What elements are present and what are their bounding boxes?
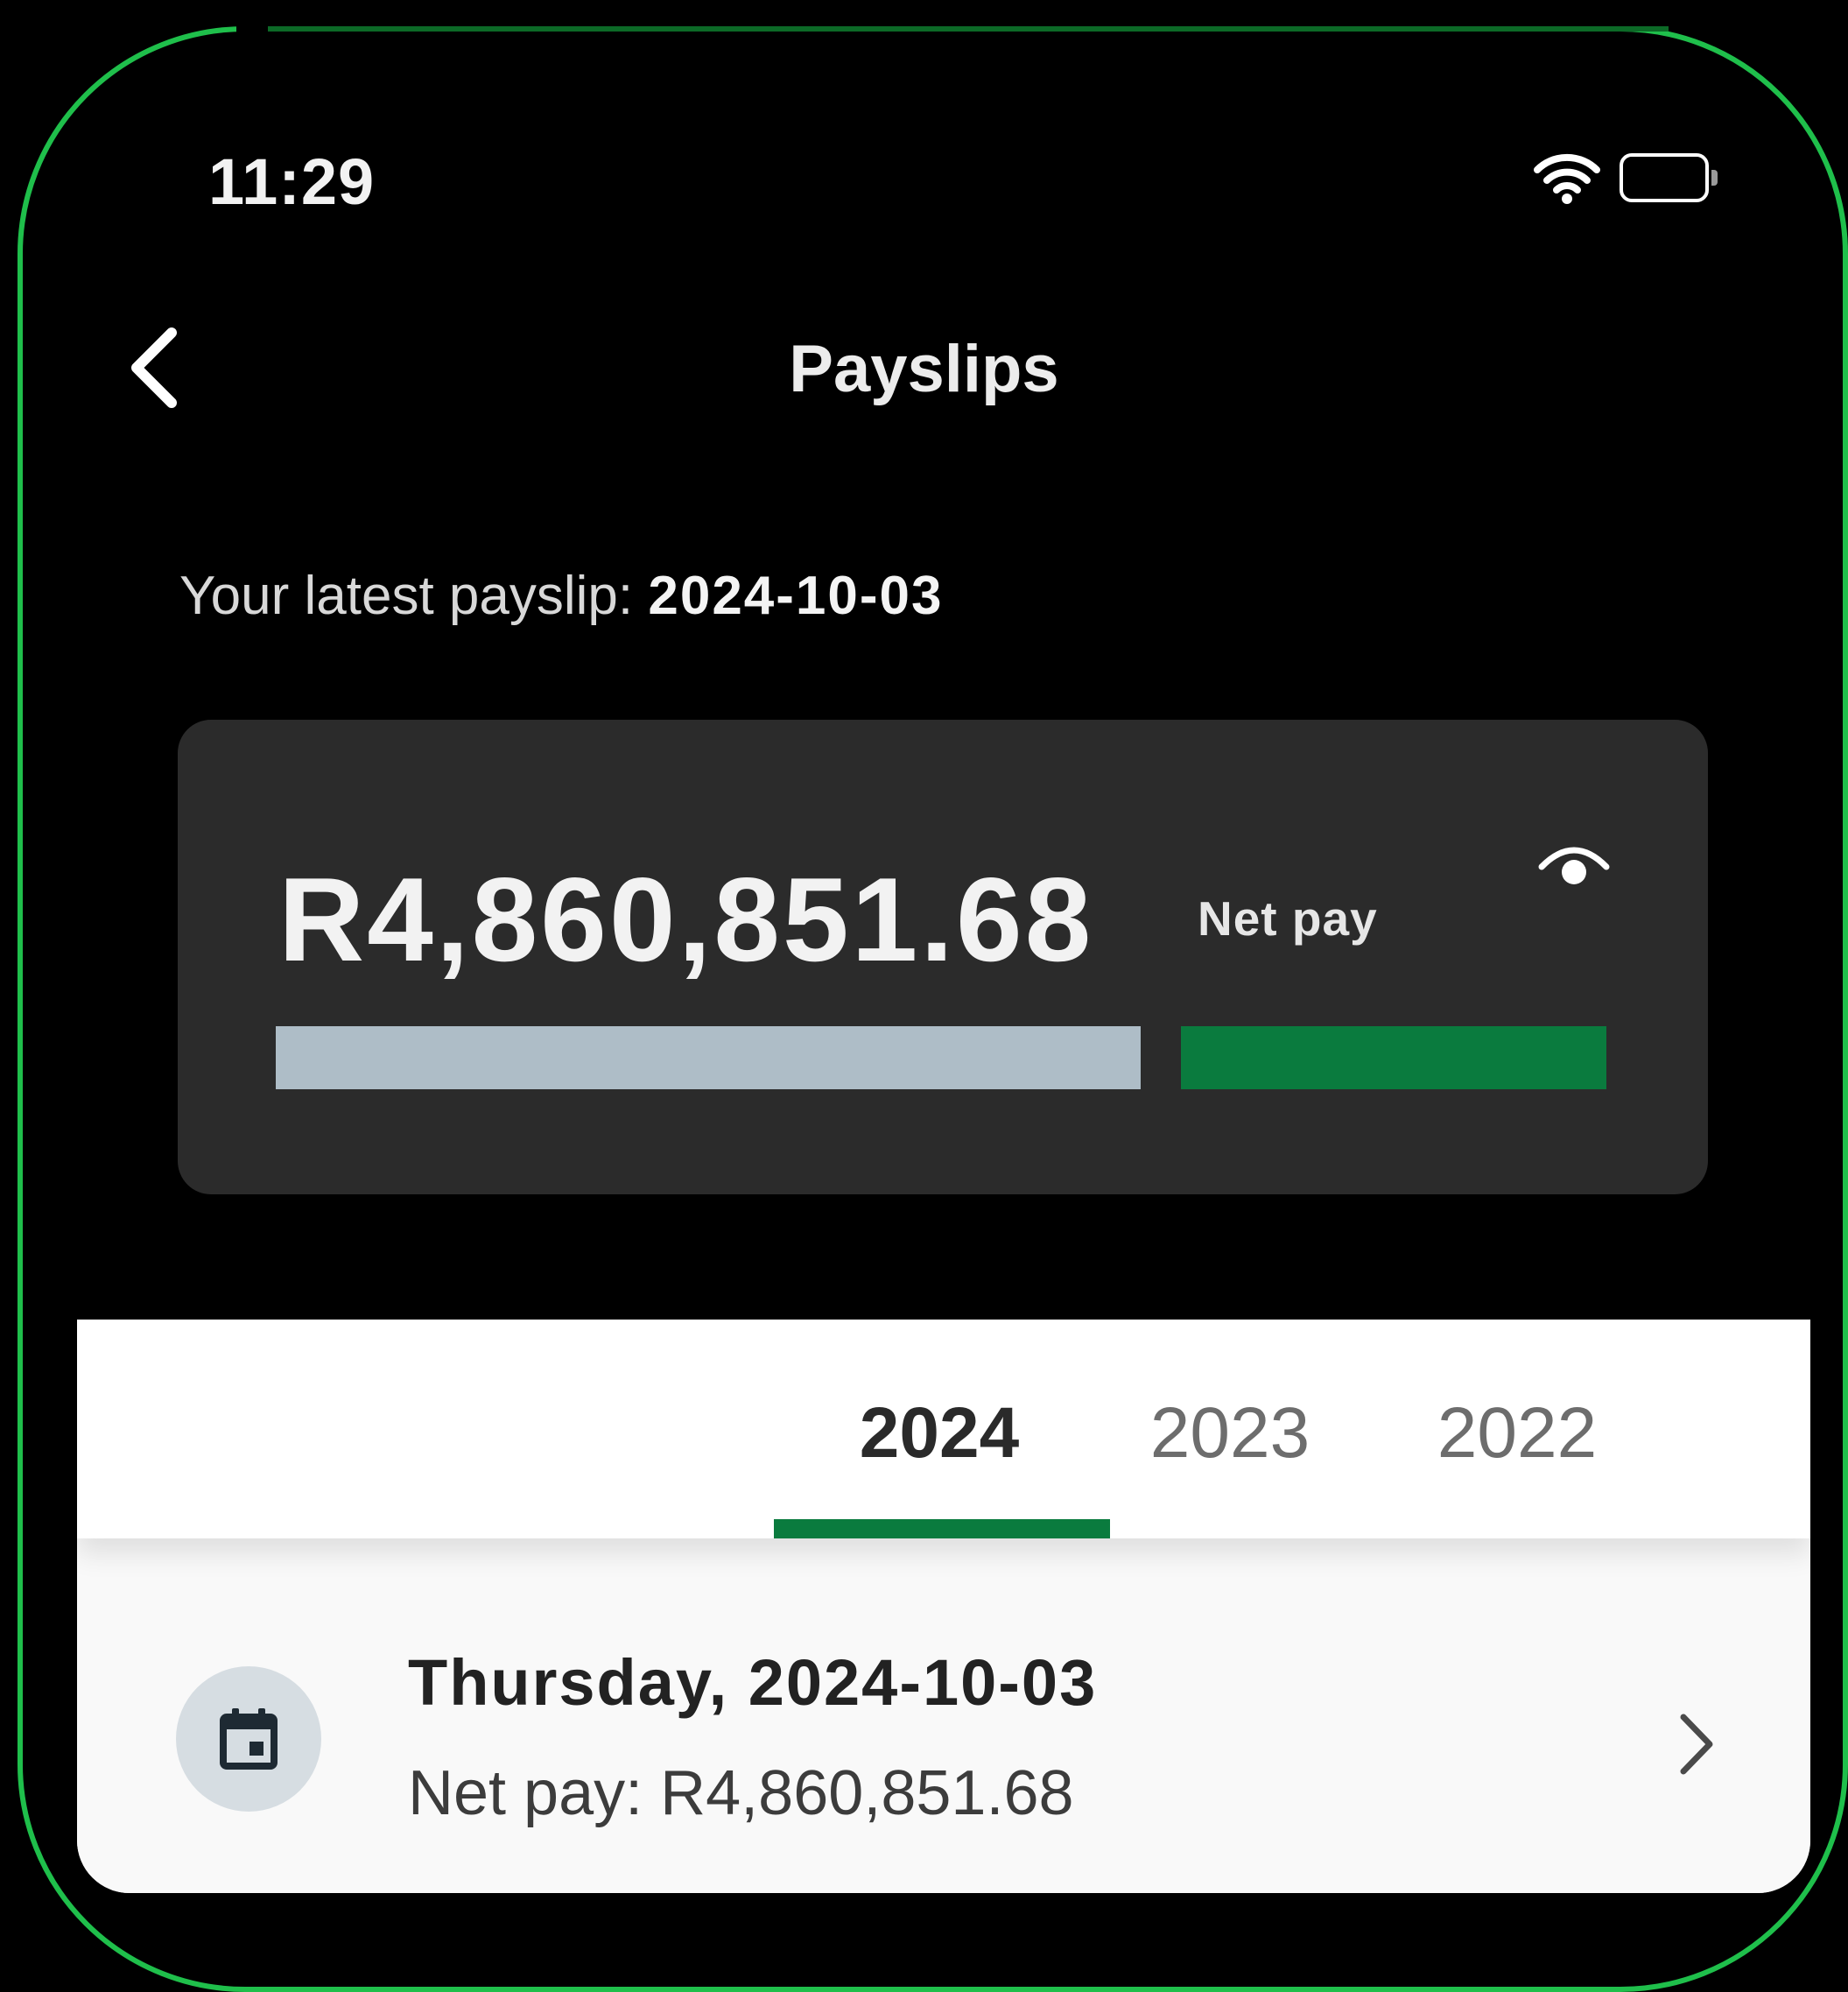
status-icons [1534,151,1718,205]
pay-breakdown-bar [276,1026,1606,1089]
status-time: 11:29 [208,145,376,218]
wifi-icon [1534,151,1600,205]
payslip-date: Thursday, 2024-10-03 [408,1646,1098,1719]
latest-payslip-date: 2024-10-03 [648,566,944,626]
net-pay-amount: R4,860,851.68 [278,853,1094,986]
payslip-row[interactable]: Thursday, 2024-10-03 Net pay: R4,860,851… [77,1538,1810,1893]
latest-payslip-label: Your latest payslip: [179,566,649,626]
year-tabs: 2024 2023 2022 [77,1320,1810,1538]
active-tab-indicator [774,1519,1110,1538]
payslip-net-pay: Net pay: R4,860,851.68 [408,1758,1074,1828]
page-title: Payslips [789,332,1059,406]
deductions-bar [276,1026,1141,1089]
tab-2022[interactable]: 2022 [1373,1320,1662,1538]
frame-top-edge [268,26,1669,32]
tab-2024[interactable]: 2024 [795,1320,1084,1538]
tab-2023[interactable]: 2023 [1086,1320,1374,1538]
frame-gap [236,23,268,35]
net-pay-label: Net pay [1198,891,1378,946]
chevron-right-icon [1670,1705,1723,1784]
net-pay-bar [1181,1026,1606,1089]
payslip-panel: 2024 2023 2022 Thursday, 2024-10-03 Net … [77,1320,1810,1893]
battery-icon [1620,153,1718,202]
eye-icon[interactable] [1535,834,1613,895]
calendar-icon [176,1666,321,1812]
latest-payslip: Your latest payslip: 2024-10-03 [179,565,944,627]
net-pay-card: R4,860,851.68 Net pay [178,720,1708,1194]
payslip-list: Thursday, 2024-10-03 Net pay: R4,860,851… [77,1538,1810,1893]
